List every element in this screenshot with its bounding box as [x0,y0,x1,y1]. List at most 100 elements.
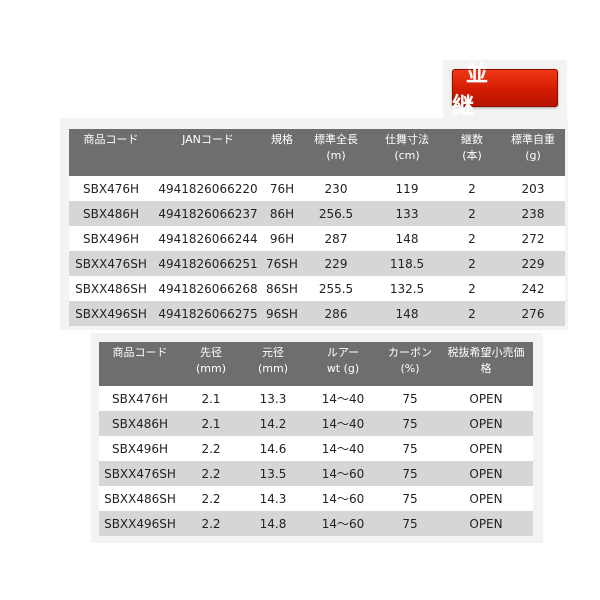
carbon: 75 [381,461,439,486]
weight: 238 [501,201,565,226]
col-lure-weight: ルアー wt (g) [305,342,381,386]
lure-price-table-header: 商品コード 先径 (mm) 元径 (mm) ルアー wt (g) カーボン (%) 税抜… [99,342,533,386]
carbon: 75 [381,411,439,436]
product-code: SBX476H [69,176,153,201]
weight: 276 [501,301,565,326]
spec: 76H [263,176,301,201]
table-row: SBXX476SH 4941826066251 76SH 229 118.5 2… [69,251,565,276]
sections: 2 [443,201,501,226]
tip-diameter: 2.1 [181,386,241,411]
lure-weight: 14〜40 [305,411,381,436]
jan-code: 4941826066275 [153,301,263,326]
col-closed-length: 仕舞寸法 (cm) [371,129,443,176]
col-carbon: カーボン (%) [381,342,439,386]
carbon: 75 [381,436,439,461]
product-code: SBXX476SH [99,461,181,486]
col-product-code: 商品コード [69,129,153,176]
tip-diameter: 2.1 [181,411,241,436]
table-row: SBXX486SH 2.2 14.3 14〜60 75 OPEN [99,486,533,511]
spec: 76SH [263,251,301,276]
butt-diameter: 14.6 [241,436,305,461]
jan-code: 4941826066251 [153,251,263,276]
closed-length: 148 [371,301,443,326]
butt-diameter: 13.5 [241,461,305,486]
product-code: SBXX486SH [69,276,153,301]
jan-code: 4941826066220 [153,176,263,201]
spec-table-header: 商品コード JANコード 規格 標準全長 (m) 仕舞寸法 (cm) 継数 (本) 標… [69,129,565,176]
spec: 96H [263,226,301,251]
spec: 96SH [263,301,301,326]
col-product-code: 商品コード [99,342,181,386]
length: 287 [301,226,371,251]
tip-diameter: 2.2 [181,511,241,536]
sections: 2 [443,251,501,276]
table-row: SBX486H 4941826066237 86H 256.5 133 2 23… [69,201,565,226]
weight: 229 [501,251,565,276]
lure-weight: 14〜40 [305,386,381,411]
closed-length: 118.5 [371,251,443,276]
length: 286 [301,301,371,326]
length: 229 [301,251,371,276]
table-row: SBXX476SH 2.2 13.5 14〜60 75 OPEN [99,461,533,486]
butt-diameter: 14.8 [241,511,305,536]
length: 230 [301,176,371,201]
price: OPEN [439,386,533,411]
carbon: 75 [381,511,439,536]
spec-table: 商品コード JANコード 規格 標準全長 (m) 仕舞寸法 (cm) 継数 (本) 標… [69,129,565,326]
col-price: 税抜希望小売価格 [439,342,533,386]
product-code: SBX496H [99,436,181,461]
weight: 203 [501,176,565,201]
closed-length: 133 [371,201,443,226]
product-code: SBXX496SH [99,511,181,536]
butt-diameter: 13.3 [241,386,305,411]
product-code: SBX476H [99,386,181,411]
weight: 272 [501,226,565,251]
product-code: SBXX476SH [69,251,153,276]
lure-weight: 14〜60 [305,486,381,511]
col-weight: 標準自重 (g) [501,129,565,176]
product-code: SBX486H [69,201,153,226]
sections: 2 [443,301,501,326]
closed-length: 119 [371,176,443,201]
price: OPEN [439,436,533,461]
length: 256.5 [301,201,371,226]
carbon: 75 [381,386,439,411]
col-length: 標準全長 (m) [301,129,371,176]
table-row: SBXX496SH 4941826066275 96SH 286 148 2 2… [69,301,565,326]
spec: 86SH [263,276,301,301]
col-jan-code: JANコード [153,129,263,176]
closed-length: 148 [371,226,443,251]
table-row: SBXX486SH 4941826066268 86SH 255.5 132.5… [69,276,565,301]
sections: 2 [443,176,501,201]
col-sections: 継数 (本) [443,129,501,176]
jan-code: 4941826066237 [153,201,263,226]
lure-weight: 14〜60 [305,461,381,486]
butt-diameter: 14.3 [241,486,305,511]
table-row: SBX496H 2.2 14.6 14〜40 75 OPEN [99,436,533,461]
closed-length: 132.5 [371,276,443,301]
product-code: SBX496H [69,226,153,251]
price: OPEN [439,411,533,436]
jan-code: 4941826066244 [153,226,263,251]
butt-diameter: 14.2 [241,411,305,436]
product-code: SBXX486SH [99,486,181,511]
weight: 242 [501,276,565,301]
tip-diameter: 2.2 [181,436,241,461]
lure-price-table: 商品コード 先径 (mm) 元径 (mm) ルアー wt (g) カーボン (%) 税抜… [99,342,533,536]
col-spec: 規格 [263,129,301,176]
joint-type-badge: 並 継 [452,62,558,119]
col-tip-diameter: 先径 (mm) [181,342,241,386]
tip-diameter: 2.2 [181,486,241,511]
length: 255.5 [301,276,371,301]
product-code: SBX486H [99,411,181,436]
sections: 2 [443,276,501,301]
table-row: SBXX496SH 2.2 14.8 14〜60 75 OPEN [99,511,533,536]
col-butt-diameter: 元径 (mm) [241,342,305,386]
sections: 2 [443,226,501,251]
spec: 86H [263,201,301,226]
table-row: SBX476H 4941826066220 76H 230 119 2 203 [69,176,565,201]
price: OPEN [439,486,533,511]
table-row: SBX476H 2.1 13.3 14〜40 75 OPEN [99,386,533,411]
product-code: SBXX496SH [69,301,153,326]
tip-diameter: 2.2 [181,461,241,486]
